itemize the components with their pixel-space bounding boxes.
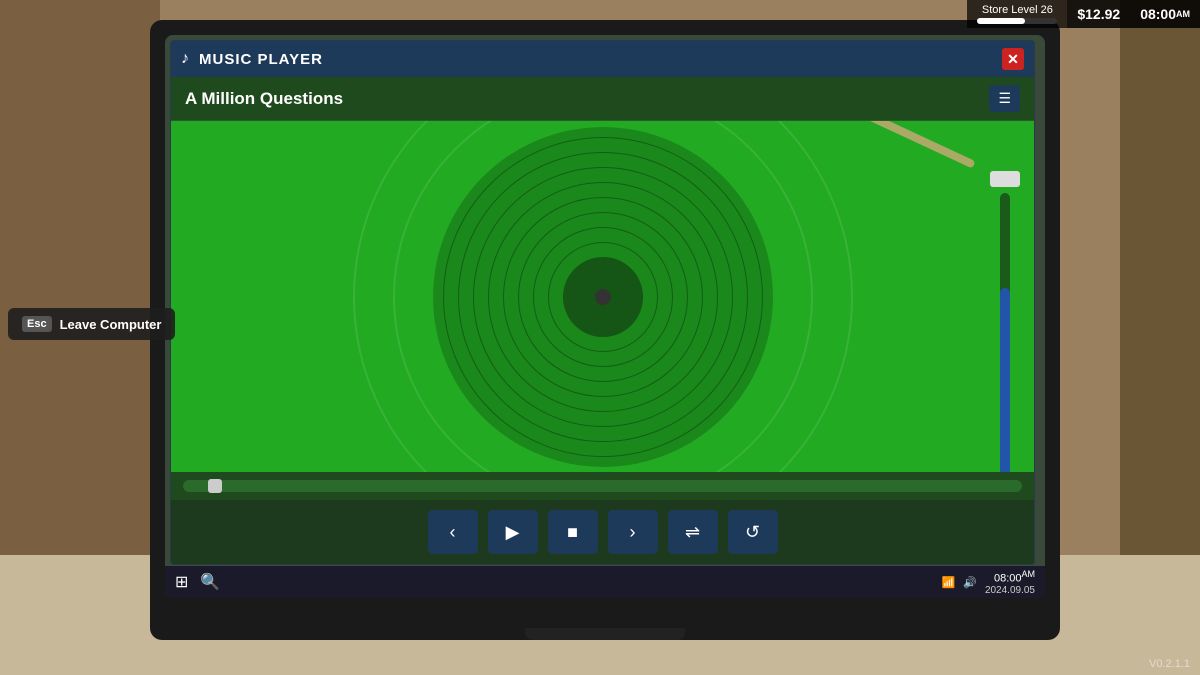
progress-area: [171, 472, 1034, 500]
stop-button[interactable]: ■: [548, 510, 598, 554]
taskbar-left: ⊞ 🔍: [175, 572, 942, 592]
volume-icon: 🔊: [963, 576, 977, 589]
music-player-window: ♪ MUSIC PLAYER ✕ A Million Questions ☰: [170, 40, 1035, 565]
leave-computer-button[interactable]: Esc Leave Computer: [8, 308, 175, 340]
store-level-label: Store Level 26: [977, 4, 1057, 16]
progress-fill: [183, 480, 208, 492]
next-button[interactable]: ›: [608, 510, 658, 554]
vinyl-center: [563, 257, 643, 337]
version-text: V0.2.1.1: [1149, 658, 1190, 670]
store-level-bar: [977, 18, 1025, 24]
monitor: ♪ MUSIC PLAYER ✕ A Million Questions ☰: [150, 20, 1060, 640]
windows-start-icon[interactable]: ⊞: [175, 572, 188, 592]
vinyl-record: [433, 127, 773, 467]
taskbar-datetime: 08:00AM 2024.09.05: [985, 569, 1035, 596]
volume-fill: [1000, 288, 1010, 472]
taskbar: ⊞ 🔍 📶 🔊 08:00AM 2024.09.05: [165, 566, 1045, 598]
volume-handle[interactable]: [990, 171, 1020, 187]
prev-button[interactable]: ‹: [428, 510, 478, 554]
money-display: $12.92: [1067, 0, 1130, 28]
top-hud: Store Level 26 $12.92 08:00AM: [967, 0, 1200, 28]
monitor-screen: ♪ MUSIC PLAYER ✕ A Million Questions ☰: [165, 35, 1045, 598]
search-icon[interactable]: 🔍: [200, 572, 220, 592]
progress-thumb[interactable]: [208, 479, 222, 493]
vinyl-outer: [433, 127, 773, 467]
vinyl-center-dot: [595, 289, 611, 305]
song-title-bar: A Million Questions ☰: [171, 77, 1034, 121]
monitor-base: [525, 628, 685, 640]
window-title: MUSIC PLAYER: [199, 51, 992, 68]
taskbar-time: 08:00AM: [985, 569, 1035, 585]
desktop: ♪ MUSIC PLAYER ✕ A Million Questions ☰: [165, 35, 1045, 598]
taskbar-right: 📶 🔊 08:00AM 2024.09.05: [942, 569, 1035, 596]
progress-track[interactable]: [183, 480, 1022, 492]
close-button[interactable]: ✕: [1002, 48, 1024, 70]
repeat-button[interactable]: ↺: [728, 510, 778, 554]
shuffle-button[interactable]: ⇌: [668, 510, 718, 554]
tonearm: [791, 121, 976, 169]
store-level-bar-container: [977, 18, 1057, 24]
store-level-box: Store Level 26: [967, 0, 1067, 28]
player-content: A Million Questions ☰: [171, 77, 1034, 564]
play-button[interactable]: ▶: [488, 510, 538, 554]
leave-computer-label: Leave Computer: [60, 317, 162, 332]
volume-track: [1000, 193, 1010, 472]
monitor-stand: [575, 598, 635, 628]
volume-slider[interactable]: [990, 171, 1020, 472]
time-display: 08:00AM: [1130, 0, 1200, 28]
title-bar: ♪ MUSIC PLAYER ✕: [171, 41, 1034, 77]
time-ampm: AM: [1176, 9, 1190, 19]
controls-bar: ‹ ▶ ■ › ⇌ ↺: [171, 500, 1034, 564]
wifi-icon: 📶: [942, 576, 956, 589]
vinyl-area: [171, 121, 1034, 472]
music-note-icon: ♪: [181, 50, 189, 68]
esc-key-label: Esc: [22, 316, 52, 332]
song-title: A Million Questions: [185, 89, 343, 109]
taskbar-date: 2024.09.05: [985, 585, 1035, 596]
playlist-button[interactable]: ☰: [989, 85, 1020, 112]
